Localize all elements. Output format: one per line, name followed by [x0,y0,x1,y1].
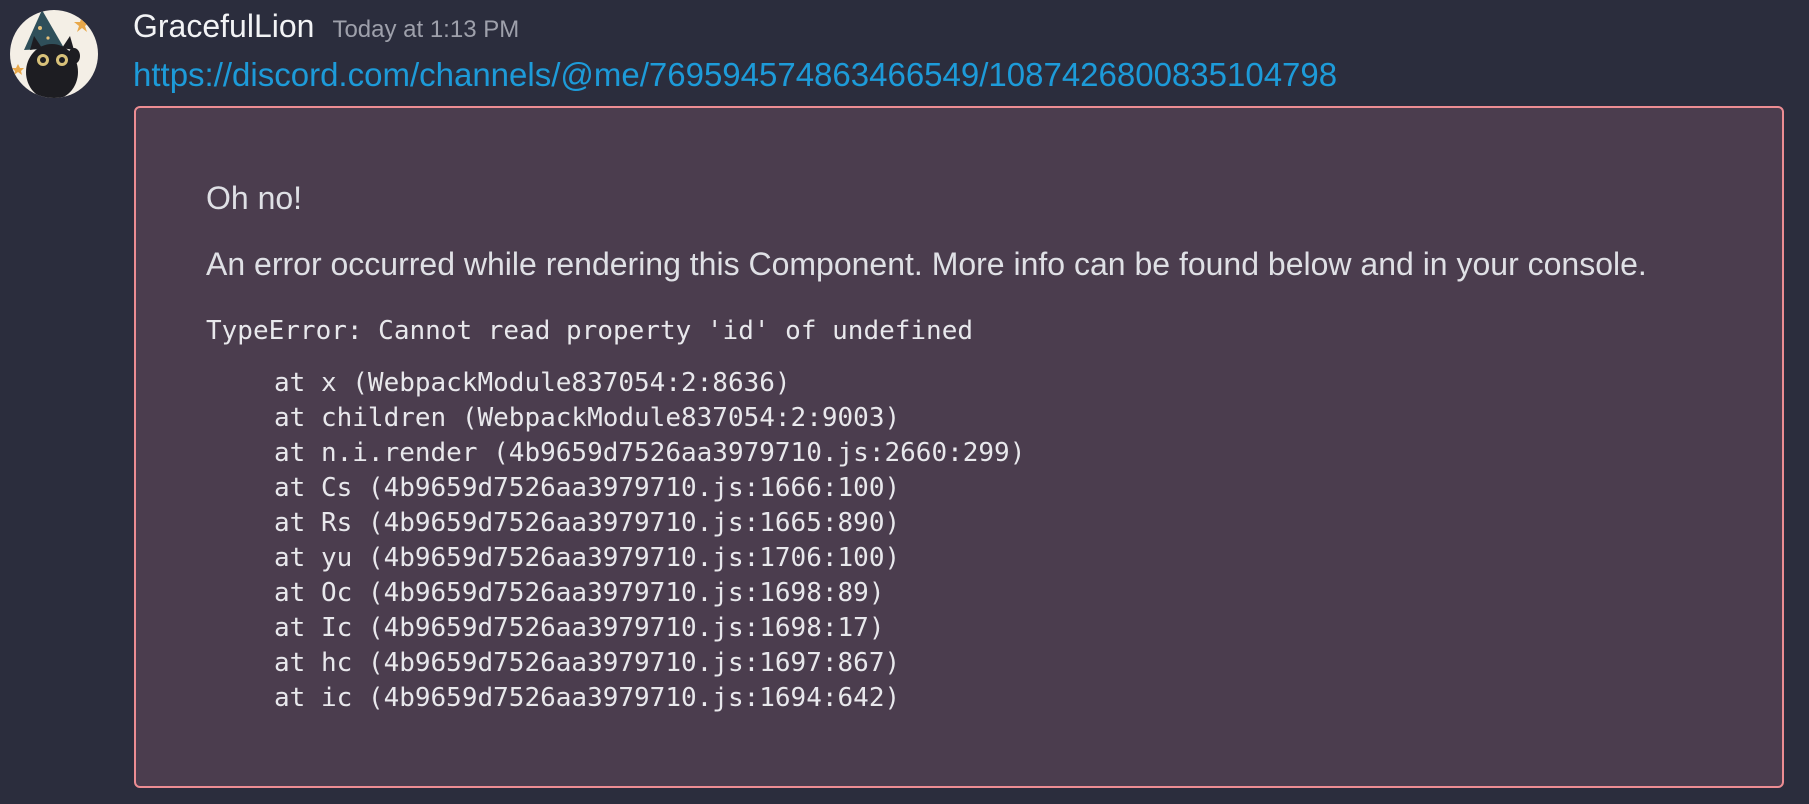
stack-frame: at ic (4b9659d7526aa3979710.js:1694:642) [274,683,901,713]
timestamp: Today at 1:13 PM [332,16,520,43]
user-avatar[interactable] [10,10,98,98]
stack-frame: at n.i.render (4b9659d7526aa3979710.js:2… [274,438,1026,468]
error-type: TypeError: Cannot read property 'id' of … [206,316,974,346]
stack-frame: at hc (4b9659d7526aa3979710.js:1697:867) [274,648,901,678]
error-stack-trace: at x (WebpackModule837054:2:8636) at chi… [206,366,1025,716]
stack-frame: at children (WebpackModule837054:2:9003) [274,403,901,433]
black-cat-wizard-icon [10,10,98,98]
error-description: An error occurred while rendering this C… [206,246,1647,282]
stack-frame: at Ic (4b9659d7526aa3979710.js:1698:17) [274,613,885,643]
username[interactable]: GracefulLion [133,8,314,45]
error-boundary-box: Oh no! An error occurred while rendering… [134,106,1784,788]
error-title: Oh no! [206,180,303,216]
message-link[interactable]: https://discord.com/channels/@me/7695945… [133,56,1337,94]
stack-frame: at Cs (4b9659d7526aa3979710.js:1666:100) [274,473,901,503]
message-header: GracefulLion Today at 1:13 PM [133,8,519,52]
stack-frame: at Oc (4b9659d7526aa3979710.js:1698:89) [274,578,885,608]
stack-frame: at yu (4b9659d7526aa3979710.js:1706:100) [274,543,901,573]
stack-frame: at Rs (4b9659d7526aa3979710.js:1665:890) [274,508,901,538]
chat-message: GracefulLion Today at 1:13 PM https://di… [0,0,1809,804]
stack-frame: at x (WebpackModule837054:2:8636) [274,368,791,398]
